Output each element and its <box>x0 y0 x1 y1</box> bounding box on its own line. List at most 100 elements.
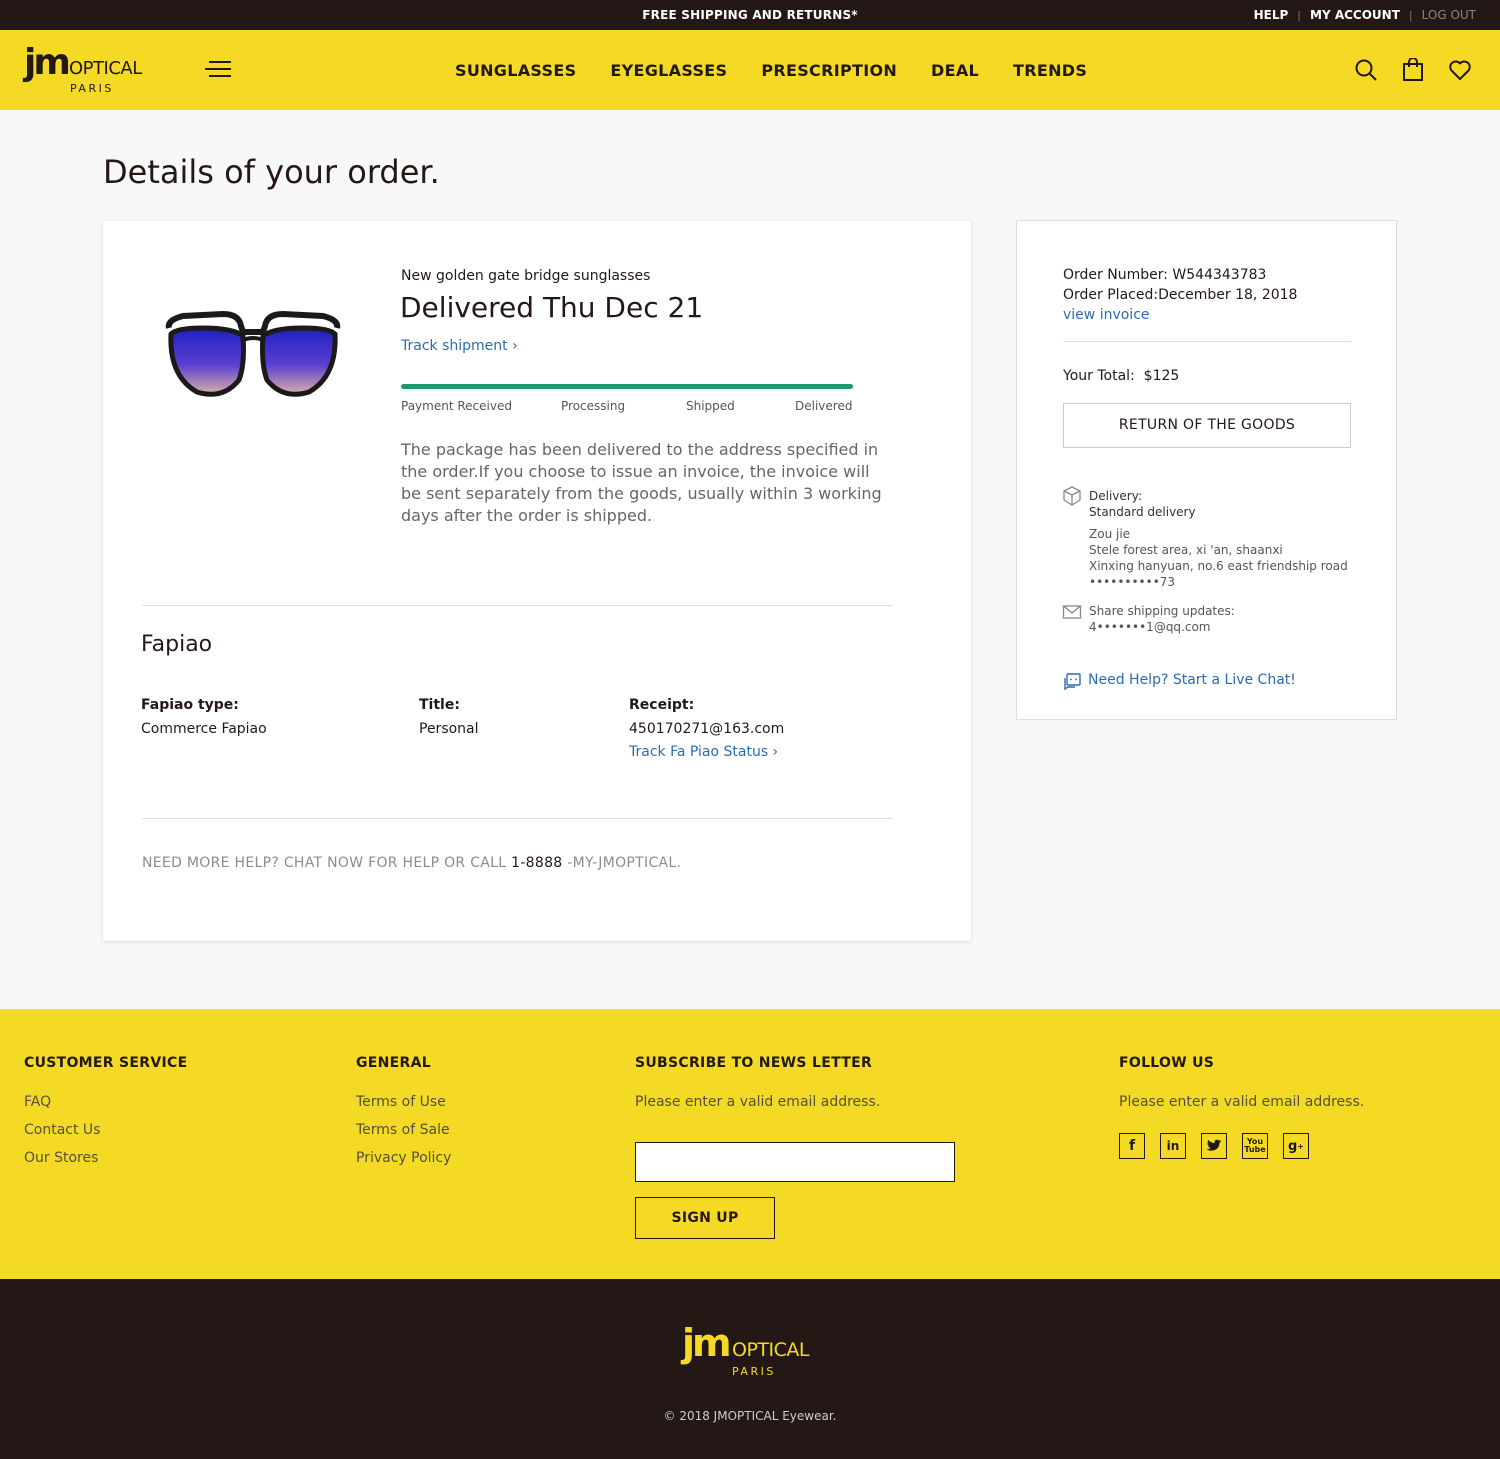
main-nav: SUNGLASSES EYEGLASSES PRESCRIPTION DEAL … <box>455 61 1121 80</box>
footer-logo-paris: PARIS <box>732 1365 776 1378</box>
total-label: Your Total: <box>1063 368 1135 384</box>
delivery-label: Delivery: <box>1089 489 1142 503</box>
search-icon[interactable] <box>1354 58 1378 82</box>
delivery-status: Delivered Thu Dec 21 <box>400 291 704 324</box>
menu-icon[interactable] <box>205 61 231 79</box>
total-value: $125 <box>1143 368 1180 384</box>
help-call-text: NEED MORE HELP? CHAT NOW FOR HELP OR CAL… <box>142 855 681 871</box>
divider <box>142 818 893 819</box>
track-fapiao-link[interactable]: Track Fa Piao Status › <box>629 744 778 760</box>
divider <box>1063 341 1351 342</box>
site-footer: CUSTOMER SERVICE FAQ Contact Us Our Stor… <box>0 1009 1500 1279</box>
step-delivered: Delivered <box>795 399 853 413</box>
bottom-bar: jm OPTICAL PARIS © 2018 JMOPTICAL Eyewea… <box>0 1279 1500 1459</box>
live-chat-link[interactable]: Need Help? Start a Live Chat! <box>1088 672 1296 688</box>
customer-service-heading: CUSTOMER SERVICE <box>24 1055 188 1071</box>
footer-logo-optical: OPTICAL <box>732 1339 809 1361</box>
follow-us-heading: FOLLOW US <box>1119 1055 1215 1071</box>
nav-deal[interactable]: DEAL <box>931 61 979 80</box>
order-summary-panel: Order Number: W544343783 Order Placed:De… <box>1016 220 1397 720</box>
subscribe-heading: SUBSCRIBE TO NEWS LETTER <box>635 1055 873 1071</box>
order-placed-date: December 18, 2018 <box>1158 287 1298 303</box>
logo-jm: jm <box>24 42 71 83</box>
account-links: HELP | MY ACCOUNT | LOG OUT <box>1254 8 1476 22</box>
separator: | <box>1408 8 1413 22</box>
newsletter-email-input[interactable] <box>635 1142 955 1182</box>
page-title: Details of your order. <box>103 153 440 191</box>
main-header: jm OPTICAL PARIS SUNGLASSES EYEGLASSES P… <box>0 30 1500 110</box>
general-heading: GENERAL <box>356 1055 431 1071</box>
total-line: Your Total: $125 <box>1063 368 1179 384</box>
delivery-method: Standard delivery <box>1089 505 1196 519</box>
divider <box>142 605 893 606</box>
footer-logo-jm: jm <box>682 1321 732 1365</box>
help-prefix: NEED MORE HELP? CHAT NOW FOR HELP OR CAL… <box>142 855 512 871</box>
top-bar: FREE SHIPPING AND RETURNS* HELP | MY ACC… <box>0 0 1500 30</box>
nav-sunglasses[interactable]: SUNGLASSES <box>455 61 576 80</box>
linkedin-icon[interactable]: in <box>1160 1133 1186 1159</box>
youtube-icon[interactable]: You Tube <box>1242 1133 1268 1159</box>
help-phone[interactable]: 1-8888 <box>511 855 562 871</box>
chat-icon[interactable] <box>1062 672 1082 692</box>
track-shipment-link[interactable]: Track shipment › <box>401 338 518 354</box>
header-icons <box>1331 57 1472 82</box>
nav-eyeglasses[interactable]: EYEGLASSES <box>610 61 727 80</box>
fapiao-type-label: Fapiao type: <box>141 697 239 713</box>
mail-icon <box>1062 602 1082 622</box>
contact-us-link[interactable]: Contact Us <box>24 1122 100 1138</box>
fapiao-type-value: Commerce Fapiao <box>141 721 267 737</box>
delivery-description: The package has been delivered to the ad… <box>401 440 882 525</box>
terms-of-sale-link[interactable]: Terms of Sale <box>356 1122 450 1138</box>
subscribe-note: Please enter a valid email address. <box>635 1094 881 1110</box>
copyright: © 2018 JMOPTICAL Eyewear. <box>663 1409 837 1423</box>
order-number-line: Order Number: W544343783 <box>1063 267 1266 283</box>
recipient-phone: ••••••••••73 <box>1089 575 1176 589</box>
separator: | <box>1297 8 1302 22</box>
facebook-icon[interactable]: f <box>1119 1133 1145 1159</box>
order-detail-card: New golden gate bridge sunglasses Delive… <box>103 221 971 941</box>
twitter-icon[interactable] <box>1201 1133 1227 1159</box>
nav-trends[interactable]: TRENDS <box>1013 61 1087 80</box>
privacy-policy-link[interactable]: Privacy Policy <box>356 1150 451 1166</box>
heart-icon[interactable] <box>1448 58 1472 82</box>
order-placed-line: Order Placed:December 18, 2018 <box>1063 287 1297 303</box>
step-payment-received: Payment Received <box>401 399 512 413</box>
step-shipped: Shipped <box>686 399 735 413</box>
package-icon <box>1062 486 1082 506</box>
shipment-progress-bar <box>401 384 853 389</box>
nav-prescription[interactable]: PRESCRIPTION <box>761 61 897 80</box>
recipient-name: Zou jie <box>1089 527 1131 541</box>
view-invoice-link[interactable]: view invoice <box>1063 307 1150 323</box>
sunglasses-image[interactable] <box>163 306 343 406</box>
bag-icon[interactable] <box>1401 57 1425 82</box>
order-placed-label: Order Placed: <box>1063 287 1159 303</box>
my-account-link[interactable]: MY ACCOUNT <box>1310 8 1400 22</box>
order-number-label: Order Number: <box>1063 267 1168 283</box>
step-processing: Processing <box>561 399 626 413</box>
fapiao-receipt-label: Receipt: <box>629 697 695 713</box>
return-goods-button[interactable]: RETURN OF THE GOODS <box>1063 403 1351 448</box>
share-updates-email: 4•••••••1@qq.com <box>1089 620 1211 634</box>
our-stores-link[interactable]: Our Stores <box>24 1150 98 1166</box>
google-plus-icon[interactable]: g + <box>1283 1133 1309 1159</box>
log-out-link[interactable]: LOG OUT <box>1422 8 1476 22</box>
share-updates-label: Share shipping updates: <box>1089 604 1235 618</box>
help-link[interactable]: HELP <box>1254 8 1289 22</box>
address-line-1: Stele forest area, xi 'an, shaanxi <box>1089 543 1283 557</box>
help-suffix: -MY-JMOPTICAL. <box>562 855 682 871</box>
sign-up-button[interactable]: SIGN UP <box>635 1197 775 1239</box>
footer-logo[interactable]: jm OPTICAL PARIS <box>682 1321 822 1381</box>
follow-note: Please enter a valid email address. <box>1119 1094 1365 1110</box>
site-logo[interactable]: jm OPTICAL PARIS <box>24 42 154 96</box>
fapiao-title-label: Title: <box>419 697 460 713</box>
terms-of-use-link[interactable]: Terms of Use <box>356 1094 446 1110</box>
order-number: W544343783 <box>1172 267 1267 283</box>
faq-link[interactable]: FAQ <box>24 1094 51 1110</box>
fapiao-receipt-value: 450170271@163.com <box>629 721 785 737</box>
address-line-2: Xinxing hanyuan, no.6 east friendship ro… <box>1089 559 1348 573</box>
product-name: New golden gate bridge sunglasses <box>401 268 651 284</box>
fapiao-title-value: Personal <box>419 721 479 737</box>
logo-optical: OPTICAL <box>69 58 142 79</box>
fapiao-heading: Fapiao <box>141 632 213 657</box>
logo-paris: PARIS <box>70 82 114 95</box>
